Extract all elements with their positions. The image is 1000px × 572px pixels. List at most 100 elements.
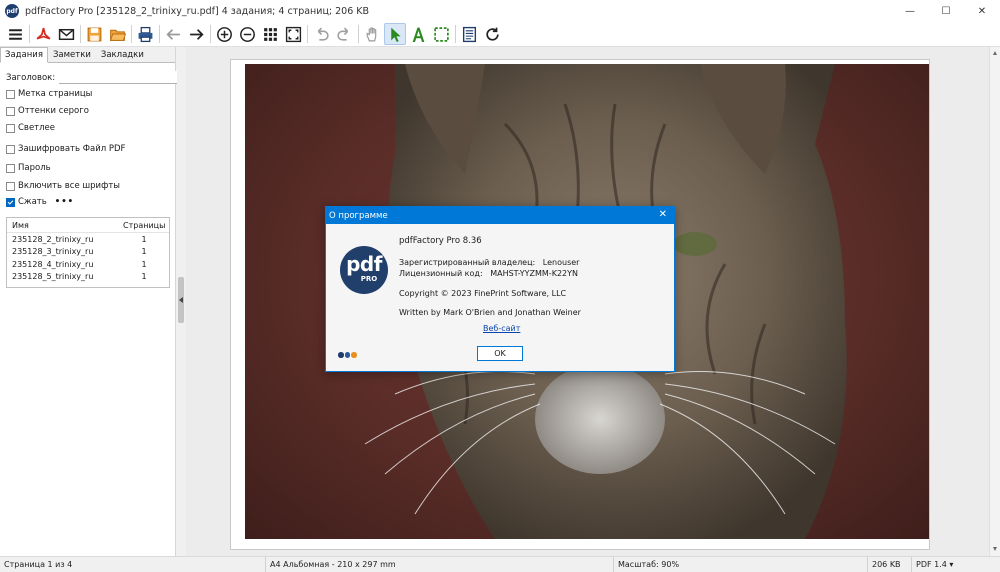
brand-dot: [344, 352, 350, 358]
email-button[interactable]: [55, 23, 77, 45]
pdf-acrobat-icon: [36, 27, 50, 40]
option-page-label[interactable]: Метка страницы: [6, 89, 92, 99]
compress-settings-button[interactable]: •••: [55, 197, 74, 207]
option-label: Светлее: [18, 123, 56, 133]
job-name: 235128_2_trinixy_ru: [12, 234, 94, 244]
pdf-version-dropdown[interactable]: PDF 1.4 ▾: [912, 557, 956, 572]
acrobat-button[interactable]: [32, 23, 54, 45]
minimize-button[interactable]: —: [892, 0, 928, 22]
text-tool-button[interactable]: [407, 23, 429, 45]
checkbox[interactable]: [6, 106, 15, 116]
option-embed-fonts[interactable]: Включить все шрифты: [6, 181, 120, 191]
table-row[interactable]: 235128_3_trinixy_ru 1: [7, 246, 169, 259]
table-row[interactable]: 235128_2_trinixy_ru 1: [7, 233, 169, 246]
option-label: Метка страницы: [18, 89, 93, 99]
job-name: 235128_5_trinixy_ru: [12, 272, 94, 282]
refresh-button[interactable]: [481, 23, 503, 45]
table-row[interactable]: 235128_5_trinixy_ru 1: [7, 271, 169, 284]
brand-dots: [338, 352, 358, 358]
ok-button[interactable]: OK: [477, 346, 523, 361]
option-compress[interactable]: Сжать •••: [6, 197, 74, 207]
checkbox[interactable]: [6, 89, 15, 99]
tab-jobs[interactable]: Задания: [0, 47, 48, 63]
option-encrypt[interactable]: Зашифровать Файл PDF: [6, 144, 125, 154]
status-page: Страница 1 из 4: [0, 556, 266, 572]
redo-button[interactable]: [333, 23, 355, 45]
logo-text: pdf: [346, 252, 382, 276]
hand-tool-button[interactable]: [361, 23, 383, 45]
scroll-down-icon[interactable]: [993, 547, 997, 551]
website-link[interactable]: Веб-сайт: [483, 324, 520, 333]
header-input[interactable]: [59, 71, 178, 84]
forward-arrow-icon: [189, 28, 204, 40]
option-label: Включить все шрифты: [18, 181, 121, 191]
brand-dot: [338, 352, 344, 358]
next-page-button[interactable]: [185, 23, 207, 45]
pointer-tool-button[interactable]: [384, 23, 406, 45]
document-icon: [462, 26, 476, 42]
scroll-up-icon[interactable]: [993, 51, 997, 55]
product-name: pdfFactory Pro 8.36: [399, 236, 482, 246]
zoom-in-button[interactable]: [213, 23, 235, 45]
table-row[interactable]: 235128_4_trinixy_ru 1: [7, 258, 169, 271]
checkbox[interactable]: [6, 144, 15, 154]
checkbox[interactable]: [6, 123, 15, 133]
panel-splitter[interactable]: [177, 47, 185, 556]
checkbox[interactable]: [6, 163, 15, 173]
open-button[interactable]: [106, 23, 128, 45]
toolbar-separator: [80, 25, 81, 43]
back-arrow-icon: [165, 28, 180, 40]
status-zoom: Масштаб: 90%: [614, 556, 868, 572]
hand-icon: [366, 27, 376, 41]
owner-value: Lenouser: [542, 258, 580, 267]
license-label: Лицензионный код:: [399, 269, 483, 278]
option-label: Сжать: [18, 197, 47, 207]
thumbnails-button[interactable]: [259, 23, 281, 45]
close-window-button[interactable]: ✕: [964, 0, 1000, 22]
zoom-out-button[interactable]: [236, 23, 258, 45]
jobs-table: Имя Страницы 235128_2_trinixy_ru 1 23512…: [6, 217, 170, 288]
print-icon: [138, 26, 152, 42]
tab-notes[interactable]: Заметки: [48, 47, 96, 62]
text-select-icon: [412, 27, 424, 42]
status-bar: Страница 1 из 4 A4 Альбомная - 210 x 297…: [0, 556, 1000, 572]
option-lighter[interactable]: Светлее: [6, 123, 55, 133]
vertical-scrollbar[interactable]: [989, 47, 1000, 556]
save-button[interactable]: [83, 23, 105, 45]
license-row: Лицензионный код: MAHST-YYZMM-K22YN: [399, 269, 578, 278]
column-header-pages[interactable]: Страницы: [119, 221, 169, 230]
job-pages: 1: [141, 234, 147, 244]
menu-button[interactable]: [4, 23, 26, 45]
print-button[interactable]: [134, 23, 156, 45]
job-pages: 1: [141, 259, 147, 269]
sidebar-panel: Задания Заметки Закладки Заголовок: Метк…: [0, 47, 178, 556]
zoom-in-icon: [216, 26, 232, 42]
window-title: pdfFactory Pro [235128_2_trinixy_ru.pdf]…: [25, 5, 370, 17]
option-grayscale[interactable]: Оттенки серого: [6, 106, 89, 116]
option-label: Пароль: [18, 163, 51, 173]
checkbox-checked[interactable]: [6, 197, 15, 207]
redo-icon: [336, 27, 348, 41]
option-password[interactable]: Пароль: [6, 163, 51, 173]
collapse-arrow-icon[interactable]: [179, 297, 183, 303]
brand-dot: [351, 352, 357, 358]
document-properties-button[interactable]: [458, 23, 480, 45]
toolbar-separator: [455, 25, 456, 43]
status-paper-size: A4 Альбомная - 210 x 297 mm: [266, 556, 614, 572]
column-header-name[interactable]: Имя: [7, 221, 119, 230]
pdf-pro-logo: pdf PRO: [340, 246, 388, 294]
previous-page-button[interactable]: [162, 23, 184, 45]
header-field-row: Заголовок:: [6, 71, 178, 84]
maximize-button[interactable]: ☐: [928, 0, 964, 22]
dialog-close-icon[interactable]: ✕: [659, 209, 667, 220]
area-tool-button[interactable]: [430, 23, 452, 45]
checkbox[interactable]: [6, 181, 15, 191]
toolbar-separator: [29, 25, 30, 43]
toolbar-separator: [131, 25, 132, 43]
tab-bookmarks[interactable]: Закладки: [96, 47, 149, 62]
table-header: Имя Страницы: [7, 218, 169, 233]
dialog-title: О программе: [329, 210, 388, 221]
fit-page-icon: [285, 26, 301, 42]
undo-button[interactable]: [310, 23, 332, 45]
fit-page-button[interactable]: [282, 23, 304, 45]
